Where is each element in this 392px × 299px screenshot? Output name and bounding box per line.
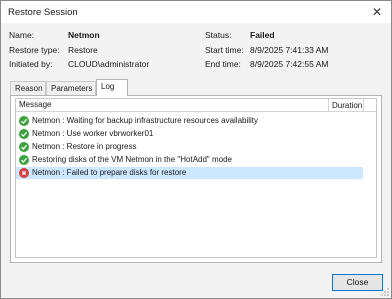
close-icon[interactable]: ✕ xyxy=(369,4,385,20)
restore-type-label: Restore type: xyxy=(9,45,60,55)
tab-reason[interactable]: Reason xyxy=(10,81,46,95)
header-filler xyxy=(363,99,364,112)
status-label: Status: xyxy=(205,30,232,40)
name-value: Netmon xyxy=(68,30,100,40)
restore-type-value: Restore xyxy=(68,45,98,55)
log-tab-panel: Message Duration Netmon : Waiting for ba… xyxy=(10,95,382,263)
close-button[interactable]: Close xyxy=(332,274,383,291)
log-grid-header: Message Duration xyxy=(16,99,376,112)
error-x-icon xyxy=(19,168,29,178)
initiated-by-label: Initiated by: xyxy=(9,59,53,69)
tab-log[interactable]: Log xyxy=(96,79,128,96)
log-row[interactable]: Netmon : Use worker vbrworker01 xyxy=(16,128,363,140)
log-grid[interactable]: Message Duration Netmon : Waiting for ba… xyxy=(15,98,377,258)
resize-grip-icon[interactable] xyxy=(381,288,389,296)
log-row-selected[interactable]: Netmon : Failed to prepare disks for res… xyxy=(16,167,363,179)
window-title: Restore Session xyxy=(8,7,78,18)
initiated-by-value: CLOUD\administrator xyxy=(68,59,150,69)
status-value: Failed xyxy=(250,30,275,40)
title-bar[interactable]: Restore Session ✕ xyxy=(1,1,391,23)
end-time-label: End time: xyxy=(205,59,241,69)
log-message: Netmon : Failed to prepare disks for res… xyxy=(32,168,187,177)
log-row[interactable]: Restoring disks of the VM Netmon in the … xyxy=(16,154,363,166)
duration-column-header[interactable]: Duration xyxy=(328,99,362,112)
log-message: Netmon : Restore in progress xyxy=(32,142,137,151)
start-time-value: 8/9/2025 7:41:33 AM xyxy=(250,45,329,55)
end-time-value: 8/9/2025 7:42:55 AM xyxy=(250,59,329,69)
log-row[interactable]: Netmon : Restore in progress xyxy=(16,141,363,153)
tab-parameters[interactable]: Parameters xyxy=(46,81,96,95)
success-check-icon xyxy=(19,129,29,139)
success-check-icon xyxy=(19,155,29,165)
log-message: Netmon : Waiting for backup infrastructu… xyxy=(32,116,259,125)
restore-session-dialog: Restore Session ✕ Name: Netmon Restore t… xyxy=(0,0,392,299)
log-message: Restoring disks of the VM Netmon in the … xyxy=(32,155,232,164)
success-check-icon xyxy=(19,116,29,126)
log-row[interactable]: Netmon : Waiting for backup infrastructu… xyxy=(16,115,363,127)
name-label: Name: xyxy=(9,30,35,40)
message-column-header[interactable]: Message xyxy=(19,100,51,109)
success-check-icon xyxy=(19,142,29,152)
log-message: Netmon : Use worker vbrworker01 xyxy=(32,129,154,138)
start-time-label: Start time: xyxy=(205,45,244,55)
